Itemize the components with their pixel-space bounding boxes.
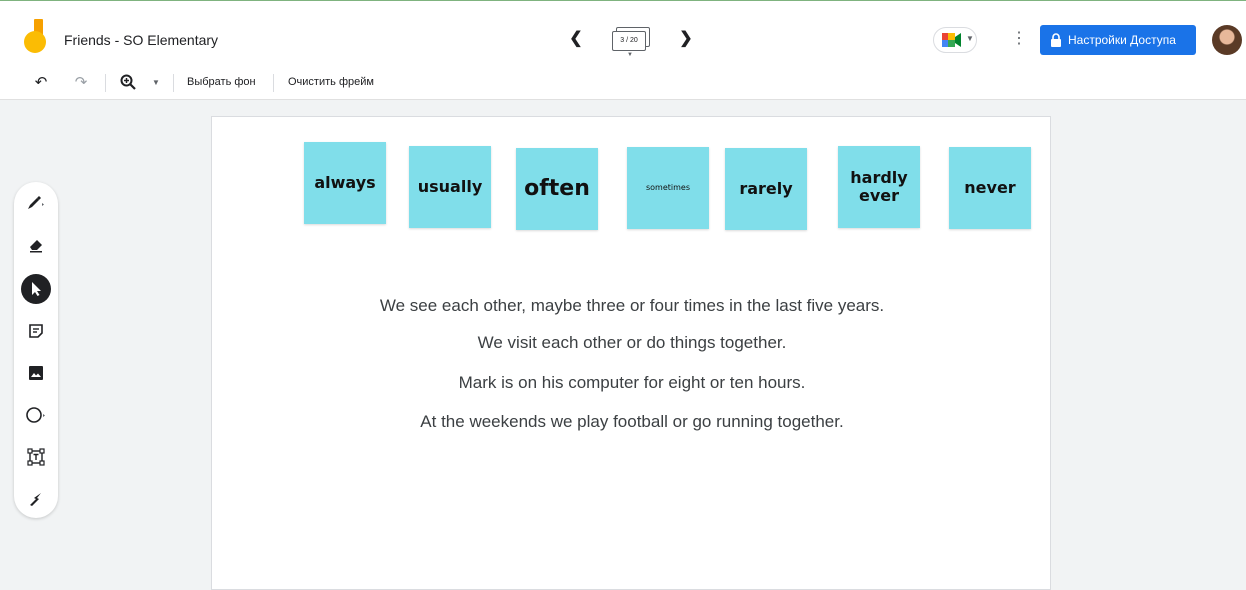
tool-sidebar — [14, 182, 58, 518]
top-bar: Friends - SO Elementary ❮ 3 / 20 ▼ ❯ ▼ ⋮… — [0, 0, 1246, 66]
next-frame-button[interactable]: ❯ — [676, 29, 696, 49]
meet-button[interactable]: ▼ — [933, 27, 977, 53]
share-button-label: Настройки Доступа — [1068, 33, 1176, 47]
choose-background-button[interactable]: Выбрать фон — [187, 76, 256, 88]
eraser-icon — [30, 240, 42, 253]
pen-tool-button[interactable] — [21, 188, 51, 218]
frame-counter-label: 3 / 20 — [612, 31, 646, 51]
frame-counter-button[interactable]: 3 / 20 ▼ — [610, 27, 652, 58]
circle-icon — [26, 407, 45, 423]
sentence-text[interactable]: We see each other, maybe three or four t… — [212, 296, 1052, 316]
sticky-note[interactable]: usually — [409, 146, 491, 228]
more-options-icon[interactable]: ⋮ — [1011, 29, 1027, 49]
chevron-down-icon[interactable]: ▼ — [150, 74, 162, 92]
previous-frame-button[interactable]: ❮ — [566, 29, 586, 49]
image-tool-button[interactable] — [21, 358, 51, 388]
select-tool-button[interactable] — [21, 274, 51, 304]
sticky-note-text: rarely — [739, 178, 793, 198]
laser-tool-button[interactable] — [21, 484, 51, 514]
sticky-note-text: hardly ever — [850, 167, 908, 205]
avatar[interactable] — [1212, 25, 1242, 55]
document-title[interactable]: Friends - SO Elementary — [64, 32, 218, 48]
sentence-text[interactable]: We visit each other or do things togethe… — [212, 333, 1052, 353]
lock-icon — [1051, 33, 1061, 47]
undo-icon[interactable]: ↶ — [32, 74, 50, 92]
sentence-text[interactable]: At the weekends we play football or go r… — [212, 412, 1052, 432]
sticky-note-tool-button[interactable] — [21, 316, 51, 346]
sticky-note-text: never — [964, 177, 1016, 197]
sentence-text[interactable]: Mark is on his computer for eight or ten… — [212, 373, 1052, 393]
sticky-note[interactable]: often — [516, 148, 598, 230]
shape-tool-button[interactable] — [21, 400, 51, 430]
text-box-tool-button[interactable] — [21, 442, 51, 472]
sticky-note[interactable]: rarely — [725, 148, 807, 230]
sticky-note-icon — [29, 324, 43, 338]
sticky-note-text: usually — [417, 176, 483, 196]
image-icon — [29, 366, 43, 380]
sticky-note[interactable]: never — [949, 147, 1031, 229]
redo-icon[interactable]: ↷ — [72, 74, 90, 92]
text-box-icon — [27, 448, 45, 466]
zoom-icon[interactable] — [118, 74, 138, 92]
jam-frame-canvas[interactable]: always usually often sometimes rarely ha… — [211, 116, 1051, 590]
eraser-tool-button[interactable] — [21, 230, 51, 260]
sticky-note-text: always — [314, 172, 376, 192]
sticky-note-text: often — [524, 176, 590, 202]
sticky-note-text: sometimes — [645, 183, 691, 193]
select-icon — [32, 282, 41, 296]
edit-toolbar: ↶ ↷ ▼ Выбрать фон Очистить фрейм — [0, 66, 1246, 100]
chevron-down-icon: ▼ — [627, 52, 633, 58]
sticky-note[interactable]: hardly ever — [838, 146, 920, 228]
chevron-down-icon: ▼ — [966, 34, 974, 43]
meet-icon — [942, 33, 961, 47]
sticky-note[interactable]: always — [304, 142, 386, 224]
sticky-note[interactable]: sometimes — [627, 147, 709, 229]
share-button[interactable]: Настройки Доступа — [1040, 25, 1196, 55]
pen-icon — [28, 196, 44, 209]
jamboard-logo[interactable] — [22, 19, 50, 55]
laser-icon — [30, 493, 41, 506]
clear-frame-button[interactable]: Очистить фрейм — [288, 76, 374, 88]
